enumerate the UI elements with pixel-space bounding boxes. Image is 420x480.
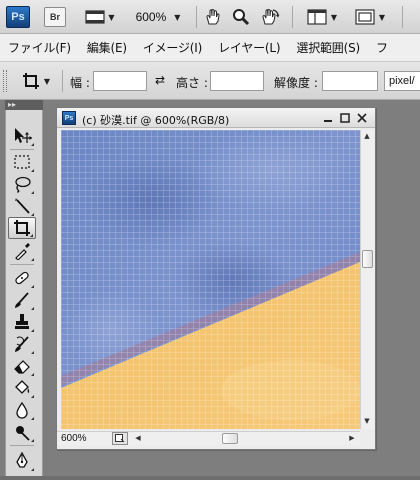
zoom-tool-button[interactable] [230,6,252,28]
paint-bucket-tool-icon [15,380,30,394]
healing-brush-tool-icon [15,271,29,285]
menu-file[interactable]: ファイル(F) [0,39,79,56]
document-status-bar: 600% [57,431,132,445]
pen-tool-icon [16,452,28,468]
dodge-tool-button[interactable] [8,421,36,443]
tools-panel-header[interactable]: ▸▸ [5,100,43,110]
width-field[interactable] [93,71,147,91]
brush-tool-icon [15,292,29,308]
document-info-icon [115,434,125,443]
blur-tool-button[interactable] [8,399,36,421]
zoom-level-dropdown[interactable]: 600% ▼ [130,6,186,28]
hand-tool-button[interactable] [202,6,224,28]
options-bar: ▼ 幅 : ⇄ 高さ : 解像度 : [0,62,420,100]
workspace-bottom-edge [0,476,420,480]
resolution-label: 解像度 : [274,76,318,90]
rotate-view-button[interactable] [258,6,282,28]
horizontal-scrollbar[interactable]: ◀ ▶ [132,431,360,445]
application-bar: Ps Br ▼ 600% ▼ ▼ ▼ [0,0,420,34]
magic-wand-tool-button[interactable] [8,195,36,217]
screen-mode-icon [355,9,375,25]
chevron-down-icon: ▼ [43,76,51,86]
lasso-tool-icon [15,176,31,193]
canvas-image [61,130,360,429]
chevron-down-icon: ▼ [378,12,386,22]
height-field[interactable] [210,71,264,91]
minimize-button[interactable] [321,110,335,125]
scroll-left-arrow-icon[interactable]: ◀ [132,432,144,444]
lasso-tool-button[interactable] [8,173,36,195]
marquee-tool-button[interactable] [8,151,36,173]
menu-edit[interactable]: 編集(E) [79,39,135,56]
document-title: (c) 砂漠.tif @ 600%(RGB/8) [82,114,230,127]
window-layout-icon [307,9,327,25]
paint-bucket-tool-button[interactable] [8,377,36,399]
film-strip-icon [85,10,106,24]
history-brush-tool-button[interactable] [8,333,36,355]
scroll-right-arrow-icon[interactable]: ▶ [346,432,358,444]
screen-mode-button[interactable]: ▼ [350,6,390,28]
dodge-tool-icon [16,426,30,441]
options-bar-grip[interactable] [3,70,7,92]
swap-dimensions-icon[interactable]: ⇄ [155,73,165,87]
history-brush-tool-icon [15,336,29,352]
menu-bar: ファイル(F) 編集(E) イメージ(I) レイヤー(L) 選択範囲(S) フ [0,34,420,62]
resolution-unit-select[interactable] [384,71,420,91]
minimize-icon [324,119,332,122]
photoshop-logo: Ps [6,6,30,28]
maximize-icon [340,112,350,123]
close-icon [357,112,367,123]
photoshop-document-icon: Ps [62,111,76,125]
blur-tool-icon [16,401,28,419]
hand-icon [206,9,220,25]
resolution-field[interactable] [322,71,378,91]
document-title-bar[interactable]: Ps (c) 砂漠.tif @ 600%(RGB/8) [57,108,375,128]
tool-preset-picker[interactable]: ▼ [16,71,56,91]
eyedropper-tool-button[interactable] [8,240,36,262]
height-label: 高さ : [176,76,208,90]
arrange-documents-button[interactable]: ▼ [302,6,342,28]
chevron-down-icon: ▼ [108,12,115,22]
chevron-down-icon: ▼ [174,12,181,22]
magnifier-icon [233,9,250,26]
move-tool-button[interactable] [8,125,36,147]
status-info-button[interactable] [112,432,128,445]
vertical-scroll-thumb[interactable] [362,250,373,268]
horizontal-scroll-thumb[interactable] [222,433,238,444]
crop-tool-button[interactable] [8,217,36,239]
brush-tool-button[interactable] [8,289,36,311]
image-canvas[interactable] [61,130,360,429]
pen-tool-button[interactable] [8,450,36,472]
eraser-tool-icon [14,360,30,374]
chevron-down-icon: ▼ [330,12,338,22]
menu-image[interactable]: イメージ(I) [135,39,210,56]
crop-tool-icon [14,220,30,236]
marquee-tool-icon [14,155,30,169]
menu-filter[interactable]: フ [368,39,396,56]
rotate-hand-icon [262,9,280,25]
maximize-button[interactable] [338,110,352,125]
zoom-level-value: 600% [135,10,167,24]
magic-wand-tool-icon [15,198,30,214]
menu-layer[interactable]: レイヤー(L) [210,39,288,56]
clone-stamp-tool-icon [15,314,29,329]
vertical-scrollbar[interactable]: ▲ ▼ [360,130,374,429]
bridge-button[interactable]: Br [44,7,66,27]
move-tool-icon [15,128,32,143]
eyedropper-tool-icon [15,243,30,260]
scroll-down-arrow-icon[interactable]: ▼ [361,415,373,427]
healing-brush-tool-button[interactable] [8,267,36,289]
close-button[interactable] [355,110,369,125]
width-label: 幅 : [70,76,90,90]
clone-stamp-tool-button[interactable] [8,311,36,333]
scroll-up-arrow-icon[interactable]: ▲ [361,130,373,142]
crop-icon [22,73,39,89]
menu-select[interactable]: 選択範囲(S) [288,39,368,56]
eraser-tool-button[interactable] [8,355,36,377]
status-zoom-field[interactable]: 600% [61,433,87,444]
view-extras-button[interactable]: ▼ [82,6,118,28]
